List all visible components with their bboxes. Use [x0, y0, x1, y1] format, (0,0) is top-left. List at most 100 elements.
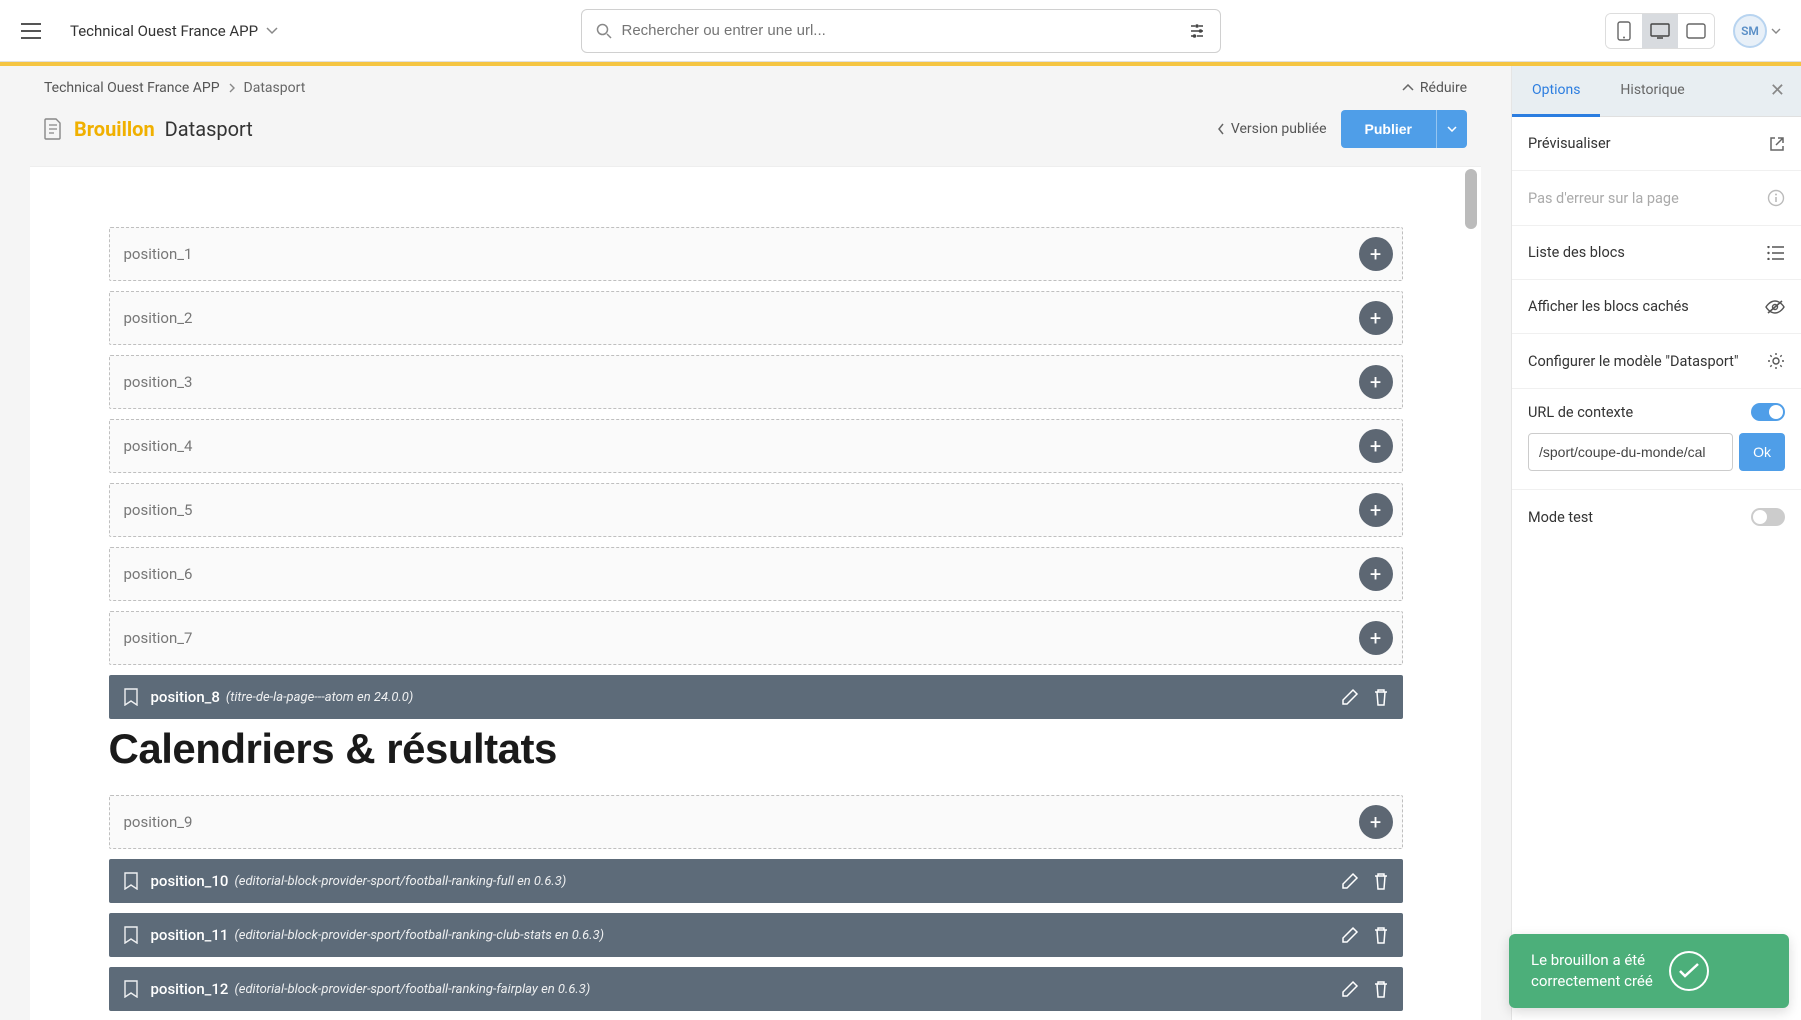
block-meta: (editorial-block-provider-sport/football… [234, 928, 604, 943]
canvas: position_1+position_2+position_3+positio… [30, 167, 1481, 1020]
block-meta: (editorial-block-provider-sport/football… [234, 874, 566, 889]
panel-mode-test: Mode test [1512, 490, 1801, 544]
edit-block-button[interactable] [1341, 688, 1359, 706]
delete-block-button[interactable] [1373, 688, 1389, 706]
tab-options[interactable]: Options [1512, 66, 1600, 117]
panel-errors[interactable]: Pas d'erreur sur la page [1512, 171, 1801, 226]
reduce-button[interactable]: Réduire [1402, 80, 1467, 96]
empty-block: position_1 + [109, 227, 1403, 281]
search-bar[interactable] [581, 9, 1221, 53]
chevron-down-icon [1771, 28, 1781, 34]
block-label: position_6 [124, 565, 193, 583]
check-icon [1669, 951, 1709, 991]
device-tablet[interactable] [1678, 14, 1714, 48]
add-block-button[interactable]: + [1359, 493, 1393, 527]
preview-title: Calendriers & résultats [109, 725, 1403, 773]
context-url-ok[interactable]: Ok [1739, 433, 1785, 471]
chevron-right-icon [228, 83, 236, 93]
avatar: SM [1733, 14, 1767, 48]
draft-badge: Brouillon [74, 117, 155, 141]
block-label: position_1 [124, 245, 193, 263]
empty-block: position_4 + [109, 419, 1403, 473]
breadcrumb-current: Datasport [244, 80, 306, 96]
block-label: position_9 [124, 813, 193, 831]
bookmark-icon [123, 688, 139, 706]
edit-block-button[interactable] [1341, 980, 1359, 998]
app-name: Technical Ouest France APP [70, 22, 258, 40]
panel-context-url: URL de contexte Ok [1512, 389, 1801, 490]
document-icon [44, 118, 62, 140]
tune-icon[interactable] [1188, 22, 1206, 40]
app-switcher[interactable]: Technical Ouest France APP [70, 22, 278, 40]
chevron-up-icon [1402, 84, 1414, 92]
breadcrumb-root[interactable]: Technical Ouest France APP [44, 80, 220, 96]
block-meta: (editorial-block-provider-sport/football… [234, 982, 590, 997]
page-title: Datasport [165, 117, 253, 141]
publish-dropdown[interactable] [1436, 110, 1467, 148]
edit-block-button[interactable] [1341, 872, 1359, 890]
add-block-button[interactable]: + [1359, 557, 1393, 591]
block-label: position_8 [151, 688, 220, 706]
device-mobile[interactable] [1606, 14, 1642, 48]
list-icon [1767, 246, 1785, 260]
info-icon [1767, 189, 1785, 207]
panel-block-list[interactable]: Liste des blocs [1512, 226, 1801, 280]
add-block-button[interactable]: + [1359, 429, 1393, 463]
chevron-left-icon [1217, 123, 1225, 135]
chevron-down-icon [266, 27, 278, 35]
panel-show-hidden[interactable]: Afficher les blocs cachés [1512, 280, 1801, 334]
hamburger-menu[interactable] [20, 20, 42, 42]
mode-test-toggle[interactable] [1751, 508, 1785, 526]
block-label: position_12 [151, 980, 229, 998]
bookmark-icon [123, 980, 139, 998]
block-preview: Calendriers & résultats [109, 719, 1403, 785]
search-input[interactable] [622, 22, 1188, 39]
empty-block: position_5 + [109, 483, 1403, 537]
block-label: position_4 [124, 437, 193, 455]
block-label: position_2 [124, 309, 193, 327]
panel-configure-model[interactable]: Configurer le modèle "Datasport" [1512, 334, 1801, 389]
user-menu[interactable]: SM [1725, 14, 1781, 48]
empty-block: position_3 + [109, 355, 1403, 409]
delete-block-button[interactable] [1373, 872, 1389, 890]
device-toggle [1605, 13, 1715, 49]
publish-button[interactable]: Publier [1341, 110, 1467, 148]
empty-block: position_2 + [109, 291, 1403, 345]
block-label: position_5 [124, 501, 193, 519]
bookmark-icon [123, 872, 139, 890]
search-icon [596, 23, 612, 39]
published-version-link[interactable]: Version publiée [1217, 121, 1327, 137]
block-meta: (titre-de-la-page---atom en 24.0.0) [226, 690, 413, 705]
filled-block[interactable]: position_8 (titre-de-la-page---atom en 24… [109, 675, 1403, 719]
block-label: position_7 [124, 629, 193, 647]
delete-block-button[interactable] [1373, 926, 1389, 944]
delete-block-button[interactable] [1373, 980, 1389, 998]
panel-preview[interactable]: Prévisualiser [1512, 117, 1801, 171]
block-label: position_10 [151, 872, 229, 890]
close-panel[interactable]: ✕ [1754, 66, 1801, 116]
toast-success: Le brouillon a été correctement créé [1509, 934, 1789, 1008]
gear-icon [1767, 352, 1785, 370]
device-desktop[interactable] [1642, 14, 1678, 48]
filled-block[interactable]: position_12 (editorial-block-provider-spo… [109, 967, 1403, 1011]
external-link-icon [1769, 136, 1785, 152]
breadcrumb: Technical Ouest France APP Datasport Réd… [30, 66, 1481, 106]
empty-block: position_6 + [109, 547, 1403, 601]
filled-block[interactable]: position_10 (editorial-block-provider-spo… [109, 859, 1403, 903]
add-block-button[interactable]: + [1359, 237, 1393, 271]
block-label: position_11 [151, 926, 229, 944]
context-url-toggle[interactable] [1751, 403, 1785, 421]
filled-block[interactable]: position_11 (editorial-block-provider-spo… [109, 913, 1403, 957]
add-block-button[interactable]: + [1359, 805, 1393, 839]
bookmark-icon [123, 926, 139, 944]
add-block-button[interactable]: + [1359, 365, 1393, 399]
edit-block-button[interactable] [1341, 926, 1359, 944]
context-url-input[interactable] [1528, 433, 1733, 471]
eye-off-icon [1765, 299, 1785, 315]
tab-history[interactable]: Historique [1600, 66, 1704, 116]
block-label: position_3 [124, 373, 193, 391]
add-block-button[interactable]: + [1359, 621, 1393, 655]
empty-block: position_7 + [109, 611, 1403, 665]
empty-block: position_9 + [109, 795, 1403, 849]
add-block-button[interactable]: + [1359, 301, 1393, 335]
